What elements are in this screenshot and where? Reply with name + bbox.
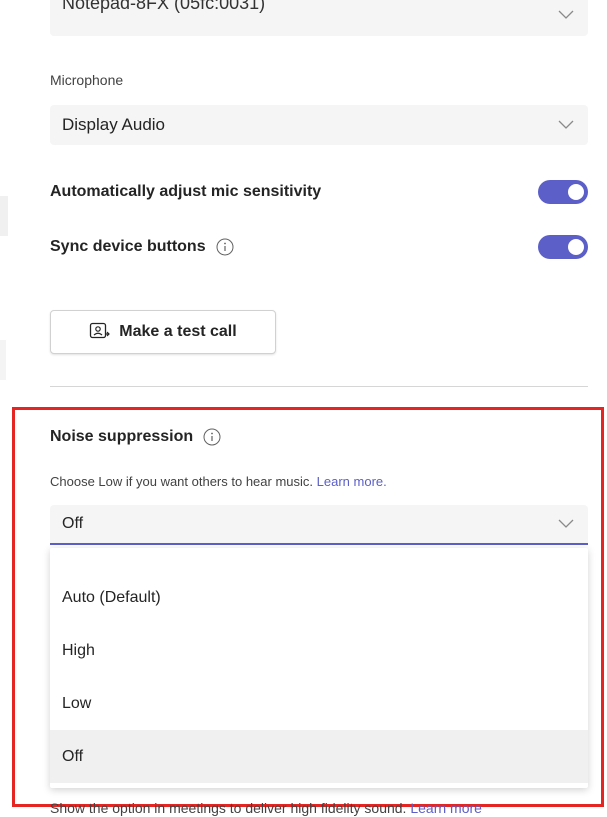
chevron-down-icon bbox=[558, 10, 574, 19]
microphone-label: Microphone bbox=[50, 72, 124, 88]
noise-suppression-description: Choose Low if you want others to hear mu… bbox=[50, 474, 387, 489]
toggle-knob bbox=[568, 239, 584, 255]
chevron-down-icon bbox=[558, 120, 574, 129]
option-auto[interactable]: Auto (Default) bbox=[50, 571, 588, 624]
speaker-select[interactable]: Notepad-8FX (05fc:0031) bbox=[50, 0, 588, 36]
background-panel-edge bbox=[0, 196, 8, 236]
option-high[interactable]: High bbox=[50, 624, 588, 677]
option-low[interactable]: Low bbox=[50, 677, 588, 730]
high-fidelity-learn-more-link[interactable]: Learn more bbox=[410, 800, 482, 816]
noise-suppression-select[interactable]: Off bbox=[50, 505, 588, 545]
option-off[interactable]: Off bbox=[50, 730, 588, 783]
sync-buttons-label: Sync device buttons bbox=[50, 238, 206, 255]
noise-suppression-select-value: Off bbox=[62, 515, 84, 532]
info-icon[interactable] bbox=[203, 428, 221, 446]
auto-adjust-label: Automatically adjust mic sensitivity bbox=[50, 183, 322, 200]
make-test-call-button[interactable]: Make a test call bbox=[50, 310, 276, 354]
microphone-select-value: Display Audio bbox=[62, 115, 166, 134]
auto-adjust-row: Automatically adjust mic sensitivity bbox=[50, 180, 588, 204]
learn-more-link[interactable]: Learn more. bbox=[317, 474, 387, 489]
noise-suppression-label: Noise suppression bbox=[50, 428, 194, 445]
high-fidelity-text: Show the option in meetings to deliver h… bbox=[50, 800, 407, 816]
toggle-knob bbox=[568, 184, 584, 200]
sync-buttons-title: Sync device buttons bbox=[50, 238, 234, 256]
microphone-select[interactable]: Display Audio bbox=[50, 105, 588, 145]
chevron-down-icon bbox=[558, 519, 574, 528]
auto-adjust-toggle[interactable] bbox=[538, 180, 588, 204]
make-test-call-label: Make a test call bbox=[119, 323, 237, 340]
section-divider bbox=[50, 386, 588, 387]
speaker-select-value: Notepad-8FX (05fc:0031) bbox=[62, 0, 266, 13]
noise-suppression-title: Noise suppression bbox=[50, 428, 221, 446]
sync-buttons-toggle[interactable] bbox=[538, 235, 588, 259]
noise-suppression-dropdown: Auto (Default) High Low Off bbox=[50, 548, 588, 788]
sync-buttons-row: Sync device buttons bbox=[50, 235, 588, 259]
info-icon[interactable] bbox=[216, 238, 234, 256]
noise-suppression-desc-text: Choose Low if you want others to hear mu… bbox=[50, 474, 314, 489]
background-panel-edge bbox=[0, 340, 6, 380]
test-call-icon bbox=[90, 322, 111, 339]
high-fidelity-description: Show the option in meetings to deliver h… bbox=[50, 800, 586, 816]
